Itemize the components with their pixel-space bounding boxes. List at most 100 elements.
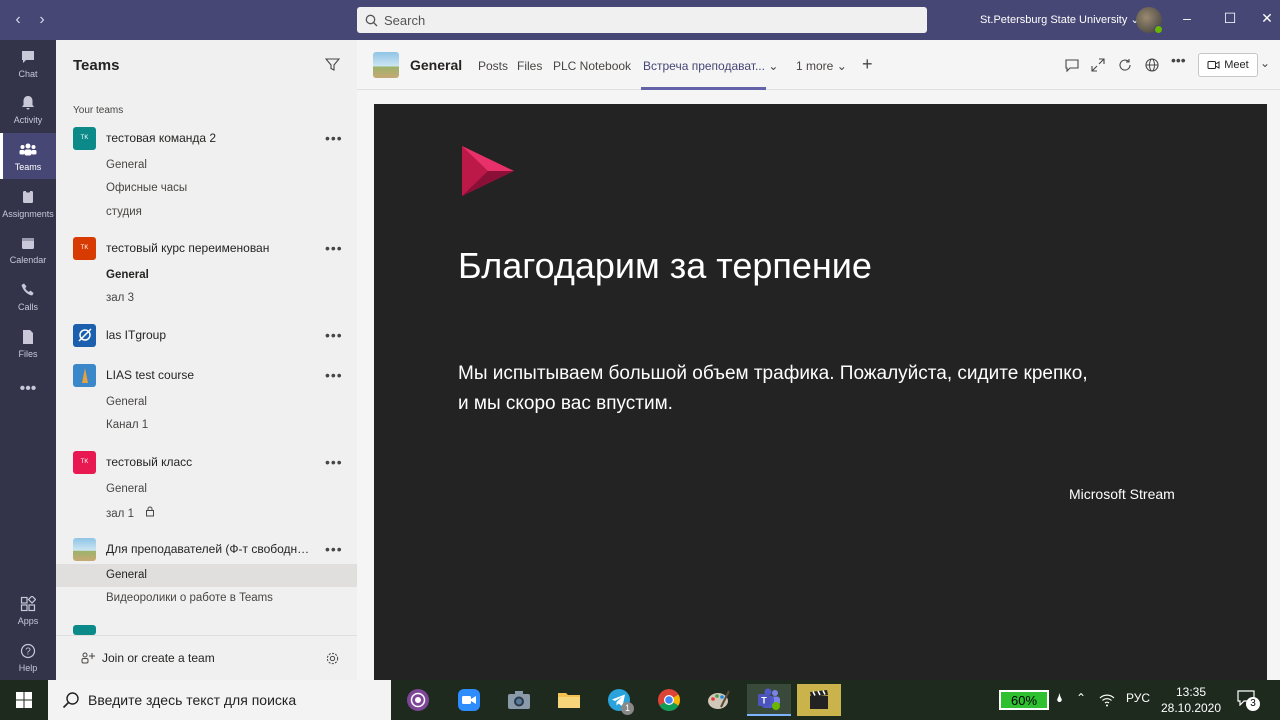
more-options-icon[interactable]: •••: [325, 130, 343, 146]
tab-meeting[interactable]: Встреча преподават... ⌄: [643, 59, 778, 73]
team-item[interactable]: TK тестовый курс переименован •••: [73, 236, 353, 260]
channel-item[interactable]: зал 1: [106, 506, 155, 520]
notification-count: 3: [1246, 697, 1260, 711]
channel-header: General Posts Files PLC Notebook Встреча…: [357, 40, 1280, 90]
film-clapper-icon: [810, 690, 828, 709]
panel-title: Teams: [73, 57, 120, 74]
channel-item[interactable]: General: [106, 269, 149, 281]
expand-icon[interactable]: [1090, 57, 1106, 73]
taskbar-app-tor[interactable]: [396, 684, 440, 716]
rail-item-files[interactable]: Files: [0, 320, 56, 366]
tab-files[interactable]: Files: [517, 59, 542, 73]
notifications-button[interactable]: 3: [1237, 690, 1261, 711]
team-item[interactable]: Для преподавателей (Ф-т свободных... •••: [73, 537, 353, 561]
add-tab-button[interactable]: +: [862, 54, 873, 75]
close-icon[interactable]: ✕: [1257, 10, 1277, 27]
meet-dropdown-chevron[interactable]: ⌄: [1260, 56, 1270, 70]
windows-taskbar: Введите здесь текст для поиска 1 T 60% 🌢…: [0, 680, 1280, 720]
filter-icon[interactable]: [325, 57, 340, 72]
taskbar-app-explorer[interactable]: [547, 684, 591, 716]
chevron-down-icon: ⌄: [836, 59, 847, 73]
rail-item-calendar[interactable]: Calendar: [0, 226, 56, 272]
channel-item[interactable]: Видеоролики о работе в Teams: [106, 592, 273, 604]
taskbar-app-chrome[interactable]: [647, 684, 691, 716]
tor-browser-icon: [407, 689, 429, 711]
file-icon: [18, 327, 38, 347]
microsoft-teams-icon: T: [758, 688, 780, 710]
more-options-icon[interactable]: •••: [325, 454, 343, 470]
team-name: тестовый курс переименован: [106, 241, 270, 255]
more-options-icon[interactable]: •••: [325, 367, 343, 383]
channel-item[interactable]: General: [106, 483, 147, 495]
chevron-up-icon[interactable]: ⌃: [1076, 691, 1086, 705]
lock-icon: [146, 506, 155, 517]
more-apps-button[interactable]: •••: [0, 367, 56, 413]
telegram-badge: 1: [621, 702, 634, 715]
channel-item[interactable]: General: [106, 396, 147, 408]
start-button[interactable]: [0, 680, 48, 720]
channel-item[interactable]: Офисные часы: [106, 182, 187, 194]
rail-item-apps[interactable]: Apps: [0, 587, 56, 633]
maximize-icon[interactable]: ☐: [1220, 10, 1240, 27]
teams-panel: Teams Your teams TK тестовая команда 2 •…: [56, 40, 357, 680]
channel-item[interactable]: Канал 1: [106, 419, 148, 431]
search-input[interactable]: Search: [357, 7, 927, 33]
channel-item[interactable]: General: [106, 159, 147, 171]
battery-indicator[interactable]: 60%: [999, 690, 1049, 710]
team-name: Для преподавателей (Ф-т свободных...: [106, 542, 311, 556]
search-placeholder: Search: [384, 12, 426, 28]
stream-waiting-panel: Благодарим за терпение Мы испытываем бол…: [374, 104, 1267, 680]
rail-item-teams[interactable]: Teams: [0, 133, 56, 179]
team-avatar: [73, 363, 96, 387]
power-icon[interactable]: 🌢: [1056, 691, 1063, 706]
rail-item-help[interactable]: ? Help: [0, 634, 56, 680]
taskbar-app-telegram[interactable]: 1: [597, 684, 641, 716]
team-item[interactable]: TK тестовый класс •••: [73, 450, 353, 474]
more-options-icon[interactable]: •••: [325, 327, 343, 343]
channel-item[interactable]: зал 3: [106, 292, 134, 304]
tab-posts[interactable]: Posts: [478, 59, 508, 73]
wifi-icon[interactable]: [1099, 692, 1115, 708]
rail-item-calls[interactable]: Calls: [0, 273, 56, 319]
search-icon: [62, 692, 79, 709]
meet-button[interactable]: Meet: [1198, 53, 1258, 77]
team-item[interactable]: LIAS test course •••: [73, 363, 353, 387]
rail-item-assignments[interactable]: Assignments: [0, 180, 56, 226]
help-icon: ?: [18, 641, 38, 661]
org-switcher[interactable]: St.Petersburg State University ⌄: [980, 13, 1140, 26]
join-create-team[interactable]: Join or create a team: [56, 635, 357, 680]
forward-button[interactable]: ›: [30, 11, 54, 29]
refresh-icon[interactable]: [1117, 57, 1133, 73]
presence-available-icon: [1154, 25, 1163, 34]
back-button[interactable]: ‹: [6, 11, 30, 29]
minimize-icon[interactable]: –: [1177, 10, 1197, 26]
team-logo-icon: [77, 328, 92, 342]
taskbar-app-teams[interactable]: T: [747, 684, 791, 716]
team-item[interactable]: TK тестовая команда 2 •••: [73, 126, 353, 150]
taskbar-clock[interactable]: 13:35 28.10.2020: [1160, 684, 1222, 716]
search-icon: [365, 14, 378, 26]
taskbar-search-input[interactable]: Введите здесь текст для поиска: [48, 680, 391, 720]
conversation-icon[interactable]: [1064, 57, 1080, 73]
channel-item[interactable]: студия: [106, 206, 142, 218]
team-item[interactable]: las ITgroup •••: [73, 323, 353, 347]
more-options-icon[interactable]: •••: [1171, 52, 1187, 68]
taskbar-app-zoom[interactable]: [447, 684, 491, 716]
more-options-icon[interactable]: •••: [325, 541, 343, 557]
more-options-icon[interactable]: •••: [325, 240, 343, 256]
tab-more[interactable]: 1 more ⌄: [796, 59, 847, 73]
taskbar-app-paint[interactable]: [697, 684, 741, 716]
stream-heading: Благодарим за терпение: [458, 245, 872, 286]
apps-icon: [18, 594, 38, 614]
rail-item-activity[interactable]: Activity: [0, 86, 56, 132]
rail-item-chat[interactable]: Chat: [0, 40, 56, 86]
channel-item-selected[interactable]: General: [106, 569, 147, 581]
globe-icon[interactable]: [1144, 57, 1160, 73]
stream-brand-label: Microsoft Stream: [1069, 486, 1175, 502]
language-indicator[interactable]: РУС: [1126, 691, 1150, 705]
gear-icon[interactable]: [325, 651, 340, 666]
taskbar-app-movie[interactable]: [797, 684, 841, 716]
taskbar-app-camera[interactable]: [497, 684, 541, 716]
team-name: las ITgroup: [106, 328, 167, 342]
tab-plc-notebook[interactable]: PLC Notebook: [553, 59, 631, 73]
